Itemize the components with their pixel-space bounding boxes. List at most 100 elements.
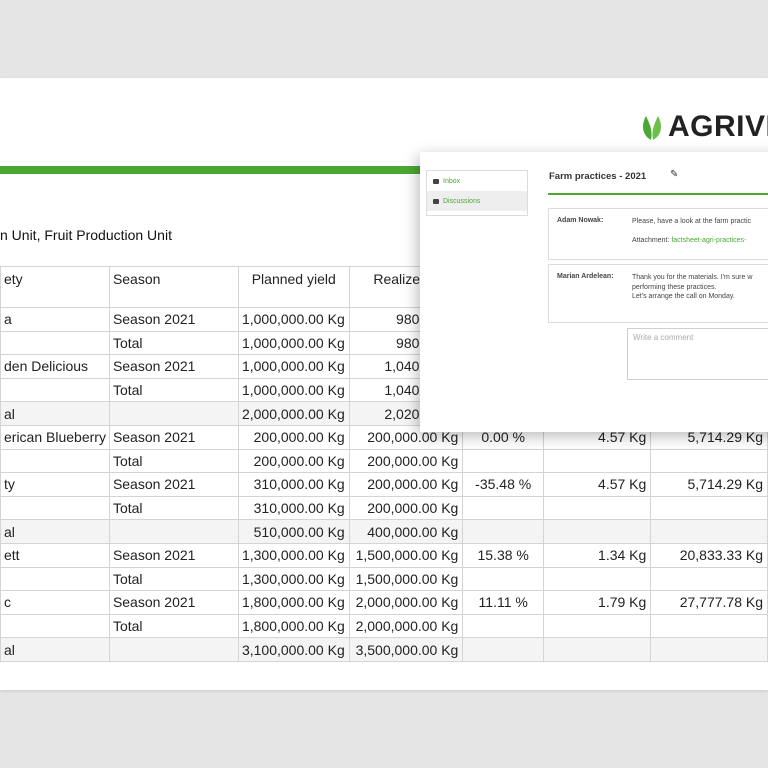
table-cell (543, 495, 652, 521)
table-cell: 3,500,000.00 Kg (348, 637, 464, 662)
table-cell: 200,000.00 Kg (237, 448, 350, 474)
accent-bar (0, 166, 430, 174)
message-author: Adam Nowak: (557, 217, 604, 224)
table-cell: ty (0, 472, 110, 497)
table-cell: Season 2021 (108, 424, 239, 450)
table-cell: Season 2021 (108, 307, 239, 332)
discussion-title: Farm practices - 2021 (549, 171, 647, 182)
table-cell: Total (108, 448, 239, 474)
table-cell (108, 401, 239, 426)
table-cell (543, 613, 652, 639)
table-row: al 3,100,000.00 Kg 3,500,000.00 Kg (0, 637, 768, 662)
table-cell (462, 519, 545, 544)
table-cell: 11.11 % (462, 590, 545, 615)
table-row: Total 1,300,000.00 Kg 1,500,000.00 Kg (0, 566, 768, 592)
table-cell (0, 330, 110, 356)
table-cell (543, 566, 652, 592)
table-cell (650, 637, 768, 662)
table-cell: 1,500,000.00 Kg (348, 542, 464, 568)
table-cell: 1,300,000.00 Kg (237, 542, 350, 568)
table-cell: Season 2021 (108, 354, 239, 379)
table-cell: ett (0, 542, 110, 568)
table-cell (650, 519, 768, 544)
table-cell: 1,000,000.00 Kg (237, 354, 350, 379)
message-line: Let's arrange the call on Monday. (632, 293, 735, 301)
table-cell: 4.57 Kg (543, 472, 652, 497)
table-cell (650, 613, 768, 639)
table-cell: Total (108, 495, 239, 521)
table-cell: 1,000,000.00 Kg (237, 307, 350, 332)
table-cell: al (0, 519, 110, 544)
table-cell (650, 448, 768, 474)
table-cell (650, 566, 768, 592)
table-cell: 3,100,000.00 Kg (237, 637, 350, 662)
table-cell (0, 613, 110, 639)
table-cell: a (0, 307, 110, 332)
table-cell: Season 2021 (108, 590, 239, 615)
column-header: ety (0, 266, 110, 308)
logo-wordmark: AGRIVI (668, 110, 768, 143)
table-cell (543, 448, 652, 474)
column-header: Planned yield (237, 266, 350, 308)
message-line: Thank you for the materials. I'm sure w (632, 274, 753, 281)
table-cell: Total (108, 377, 239, 403)
nav-item-inbox[interactable]: Inbox (427, 171, 527, 191)
table-cell: 310,000.00 Kg (237, 495, 350, 521)
inbox-icon (433, 178, 439, 184)
table-cell (650, 495, 768, 521)
message-text: Please, have a look at the farm practic (632, 218, 752, 225)
table-row: ty Season 2021 310,000.00 Kg 200,000.00 Kg -… (0, 472, 768, 497)
table-cell (0, 448, 110, 474)
table-cell: 400,000.00 Kg (348, 519, 464, 544)
table-cell: Total (108, 613, 239, 639)
message-card: Marian Ardelean: Thank you for the mater… (548, 264, 768, 323)
table-cell: den Delicious (0, 354, 110, 379)
table-cell: 2,000,000.00 Kg (348, 613, 464, 639)
table-cell: 5,714.29 Kg (650, 472, 768, 497)
table-row: c Season 2021 1,800,000.00 Kg 2,000,000.00 … (0, 590, 768, 615)
table-cell (543, 637, 652, 662)
comment-input[interactable]: Write a comment (627, 328, 768, 380)
column-header: Season (108, 266, 239, 308)
table-cell (543, 519, 652, 544)
table-cell: 1,300,000.00 Kg (237, 566, 350, 592)
table-cell: 27,777.78 Kg (650, 590, 768, 615)
nav-item-discussions[interactable]: Discussions (427, 191, 527, 211)
table-cell: 1,800,000.00 Kg (237, 590, 350, 615)
table-cell (462, 448, 545, 474)
table-row: Total 310,000.00 Kg 200,000.00 Kg (0, 495, 768, 521)
table-row: al 510,000.00 Kg 400,000.00 Kg (0, 519, 768, 544)
message-line: performing these practices. (632, 283, 717, 291)
table-cell (108, 519, 239, 544)
message-card: Adam Nowak: Please, have a look at the f… (548, 208, 768, 260)
table-cell: 2,000,000.00 Kg (237, 401, 350, 426)
table-cell: c (0, 590, 110, 615)
table-row: ett Season 2021 1,300,000.00 Kg 1,500,000.0… (0, 542, 768, 568)
table-cell: 15.38 % (462, 542, 545, 568)
table-cell: Total (108, 566, 239, 592)
message-author: Marian Ardelean: (557, 273, 614, 280)
message-text: Thank you for the materials. I'm sure w … (632, 273, 752, 302)
table-cell: 20,833.33 Kg (650, 542, 768, 568)
table-cell: 1,000,000.00 Kg (237, 330, 350, 356)
table-cell: al (0, 637, 110, 662)
table-cell (108, 637, 239, 662)
edit-pencil-icon[interactable]: ✎ (670, 169, 678, 180)
message-attachment: Attachment: factsheet-agri-practices- (632, 237, 746, 244)
chat-bubble-icon (433, 198, 439, 204)
table-row: Total 1,800,000.00 Kg 2,000,000.00 Kg (0, 613, 768, 639)
table-cell: 1.79 Kg (543, 590, 652, 615)
table-cell: erican Blueberry (0, 424, 110, 450)
table-row: Total 200,000.00 Kg 200,000.00 Kg (0, 448, 768, 474)
table-cell: 200,000.00 Kg (348, 495, 464, 521)
table-cell: 1,500,000.00 Kg (348, 566, 464, 592)
attachment-link[interactable]: factsheet-agri-practices- (671, 237, 746, 244)
table-cell (462, 637, 545, 662)
table-cell: Season 2021 (108, 542, 239, 568)
agrivi-logo: AGRIVI (640, 110, 768, 144)
table-cell (0, 377, 110, 403)
nav-item-label: Discussions (443, 197, 481, 205)
leaf-icon (643, 116, 661, 140)
table-cell: al (0, 401, 110, 426)
table-cell: 310,000.00 Kg (237, 472, 350, 497)
